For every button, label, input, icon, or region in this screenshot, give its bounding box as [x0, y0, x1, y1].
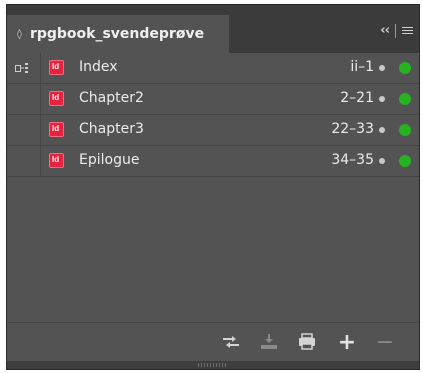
- document-row-chapter3[interactable]: Chapter3 22–33: [7, 115, 419, 146]
- synchronize-icon: [223, 336, 239, 348]
- style-source-cell[interactable]: [7, 146, 41, 176]
- indesign-document-icon: [49, 91, 64, 106]
- collapse-icon[interactable]: ‹‹: [380, 23, 390, 38]
- panel-tab[interactable]: ◊ rpgbook_svendeprøve: [7, 15, 229, 53]
- style-source-cell[interactable]: [7, 53, 41, 83]
- book-panel: ◊ rpgbook_svendeprøve ‹‹ Index ii–1: [6, 4, 420, 370]
- page-range: ii–1: [350, 59, 374, 75]
- document-list: Index ii–1 Chapter2 2–21 Chapter3 22–33 …: [7, 53, 419, 177]
- status-dot-icon: [379, 96, 385, 102]
- indesign-document-icon: [49, 153, 64, 168]
- document-ok-icon: [399, 93, 411, 105]
- status-dot-icon: [379, 65, 385, 71]
- style-source-cell[interactable]: [7, 115, 41, 145]
- print-book-icon: [299, 333, 315, 350]
- document-row-chapter2[interactable]: Chapter2 2–21: [7, 84, 419, 115]
- panel-titlebar: ◊ rpgbook_svendeprøve ‹‹: [7, 5, 419, 53]
- page-range: 34–35: [331, 152, 374, 168]
- remove-document-icon: −: [375, 329, 395, 355]
- document-ok-icon: [399, 124, 411, 136]
- indesign-document-icon: [49, 122, 64, 137]
- status-dot-icon: [379, 158, 385, 164]
- document-name: Index: [79, 59, 118, 75]
- document-ok-icon: [399, 155, 411, 167]
- document-row-epilogue[interactable]: Epilogue 34–35: [7, 146, 419, 177]
- divider: [395, 23, 396, 38]
- status-dot-icon: [379, 127, 385, 133]
- panel-resize-strip[interactable]: [7, 361, 419, 369]
- document-name: Epilogue: [79, 152, 140, 168]
- synchronize-button[interactable]: [221, 332, 241, 352]
- document-ok-icon: [399, 62, 411, 74]
- style-source-cell[interactable]: [7, 84, 41, 114]
- save-book-icon: [261, 334, 277, 349]
- panel-title: rpgbook_svendeprøve: [29, 26, 205, 42]
- document-row-index[interactable]: Index ii–1: [7, 53, 419, 84]
- panel-controls: ‹‹: [380, 23, 413, 38]
- document-name: Chapter3: [79, 121, 144, 137]
- page-range: 2–21: [340, 90, 374, 106]
- resize-grip-icon[interactable]: [198, 363, 228, 367]
- remove-document-button[interactable]: −: [375, 329, 395, 355]
- add-document-button[interactable]: +: [337, 329, 357, 355]
- panel-toolbar: + −: [7, 322, 419, 361]
- style-source-icon: [15, 63, 28, 73]
- print-book-button[interactable]: [297, 332, 317, 352]
- add-document-icon: +: [337, 329, 357, 355]
- tab-stepper-icon: ◊: [17, 28, 22, 40]
- indesign-document-icon: [49, 60, 64, 75]
- hamburger-menu-icon[interactable]: [402, 27, 413, 34]
- page-range: 22–33: [331, 121, 374, 137]
- save-book-button[interactable]: [259, 332, 279, 352]
- document-name: Chapter2: [79, 90, 144, 106]
